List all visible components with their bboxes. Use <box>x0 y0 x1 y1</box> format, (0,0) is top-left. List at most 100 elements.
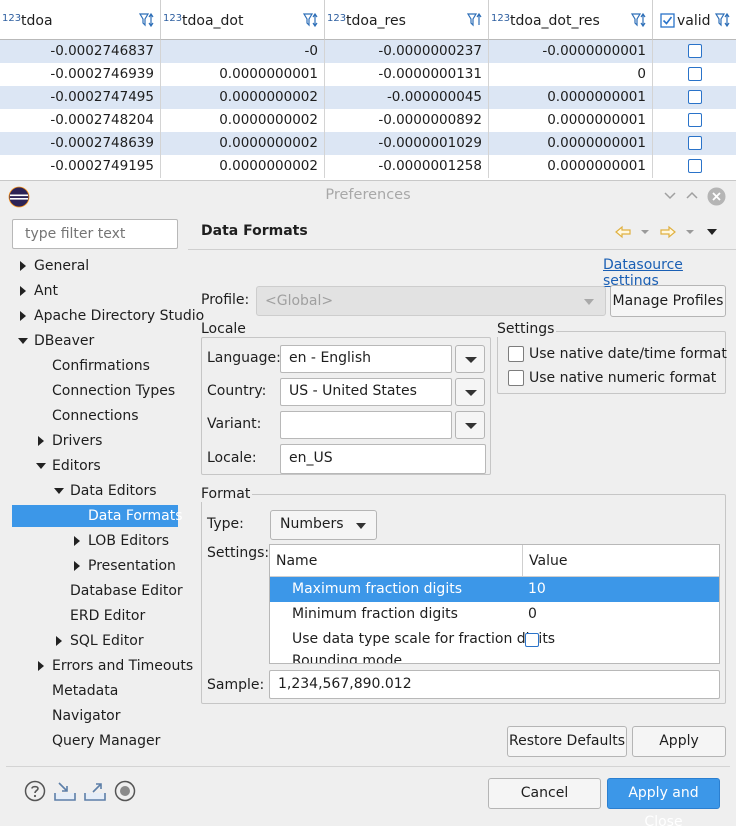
forward-arrow-icon[interactable] <box>659 224 677 240</box>
import-icon[interactable] <box>53 780 77 802</box>
record-icon[interactable] <box>114 780 136 802</box>
table-row[interactable]: -0.0002746939 0.0000000001 -0.0000000131 0 <box>0 63 736 86</box>
grid-cell[interactable]: -0.0000000237 <box>325 40 489 63</box>
chevron-right-icon[interactable] <box>74 561 80 571</box>
valid-checkbox[interactable] <box>688 159 702 173</box>
valid-checkbox[interactable] <box>688 90 702 104</box>
grid-cell[interactable]: 0.0000000002 <box>161 109 325 132</box>
table-row[interactable]: -0.0002747495 0.0000000002 -0.000000045 0.0… <box>0 86 736 109</box>
tree-item-drivers[interactable]: Drivers <box>0 430 188 452</box>
tree-item-metadata[interactable]: Metadata <box>0 680 188 702</box>
language-dropdown-button[interactable] <box>455 345 485 373</box>
chevron-down-icon[interactable] <box>18 338 28 344</box>
grid-cell[interactable]: -0.0000001258 <box>325 155 489 178</box>
grid-cell[interactable]: 0.0000000001 <box>489 155 653 178</box>
close-icon[interactable] <box>707 187 726 206</box>
grid-cell[interactable]: 0.0000000002 <box>161 86 325 109</box>
valid-checkbox[interactable] <box>688 44 702 58</box>
sort-filter-icon[interactable] <box>715 12 733 28</box>
table-row[interactable]: Minimum fraction digits 0 <box>270 602 719 627</box>
chevron-right-icon[interactable] <box>38 436 44 446</box>
chevron-right-icon[interactable] <box>20 311 26 321</box>
tree-item-lob-editors[interactable]: LOB Editors <box>0 530 188 552</box>
locale-input[interactable]: en_US <box>280 444 486 474</box>
grid-cell[interactable]: 0.0000000001 <box>489 132 653 155</box>
grid-cell[interactable]: -0.0002747495 <box>0 86 161 109</box>
tree-item-sql-editor[interactable]: SQL Editor <box>0 630 188 652</box>
view-menu-icon[interactable] <box>705 228 719 236</box>
grid-cell[interactable]: -0.0000000131 <box>325 63 489 86</box>
grid-cell[interactable]: -0.0000000001 <box>489 40 653 63</box>
column-header-tdoa-dot-res[interactable]: 123 tdoa_dot_res <box>489 0 653 40</box>
grid-cell[interactable]: -0.0002748639 <box>0 132 161 155</box>
tree-item-errors-and-timeouts[interactable]: Errors and Timeouts <box>0 655 193 677</box>
sort-filter-icon[interactable] <box>303 12 321 28</box>
table-row[interactable]: Rounding mode <box>270 652 719 663</box>
grid-cell[interactable]: 0.0000000001 <box>489 86 653 109</box>
chevron-right-icon[interactable] <box>38 661 44 671</box>
minimize-icon[interactable] <box>663 190 677 202</box>
tree-item-general[interactable]: General <box>0 255 188 277</box>
tree-item-query-manager[interactable]: Query Manager <box>0 730 188 752</box>
grid-cell[interactable]: 0.0000000001 <box>489 109 653 132</box>
table-row[interactable]: -0.0002748639 0.0000000002 -0.0000001029 0.… <box>0 132 736 155</box>
restore-defaults-button[interactable]: Restore Defaults <box>507 726 627 757</box>
filter-input[interactable] <box>12 219 178 249</box>
grid-cell[interactable]: -0.0002748204 <box>0 109 161 132</box>
country-dropdown-button[interactable] <box>455 378 485 406</box>
tree-item-apache-directory-studio[interactable]: Apache Directory Studio <box>0 305 204 327</box>
sort-filter-icon[interactable] <box>467 12 485 28</box>
chevron-right-icon[interactable] <box>74 536 80 546</box>
apply-and-close-button[interactable]: Apply and Close <box>607 778 720 830</box>
column-header-tdoa[interactable]: 123 tdoa <box>0 0 161 40</box>
export-icon[interactable] <box>83 780 107 802</box>
tree-item-dbeaver[interactable]: DBeaver <box>0 330 188 352</box>
tree-item-connection-types[interactable]: Connection Types <box>0 380 188 402</box>
column-header-valid[interactable]: valid <box>653 0 736 40</box>
dialog-titlebar[interactable]: Preferences <box>0 181 736 211</box>
chevron-right-icon[interactable] <box>56 636 62 646</box>
valid-checkbox[interactable] <box>688 136 702 150</box>
tree-item-data-formats[interactable]: Data Formats <box>12 505 183 527</box>
native-numeric-checkbox[interactable] <box>508 370 524 386</box>
column-header-value[interactable]: Value <box>529 553 567 569</box>
grid-cell[interactable]: -0.0000001029 <box>325 132 489 155</box>
valid-checkbox[interactable] <box>688 67 702 81</box>
tree-item-data-editors[interactable]: Data Editors <box>0 480 188 502</box>
native-datetime-checkbox[interactable] <box>508 346 524 362</box>
cancel-button[interactable]: Cancel <box>488 778 601 809</box>
grid-cell[interactable]: 0.0000000001 <box>161 63 325 86</box>
chevron-right-icon[interactable] <box>20 286 26 296</box>
profile-combo[interactable]: <Global> <box>256 286 606 316</box>
back-arrow-icon[interactable] <box>614 224 632 240</box>
back-history-dropdown-icon[interactable] <box>639 228 651 236</box>
valid-checkbox[interactable] <box>688 113 702 127</box>
variant-dropdown-button[interactable] <box>455 411 485 439</box>
table-row[interactable]: -0.0002748204 0.0000000002 -0.0000000892 0.… <box>0 109 736 132</box>
tree-item-database-editor[interactable]: Database Editor <box>0 580 188 602</box>
table-row[interactable]: Use data type scale for fraction digits <box>270 627 719 652</box>
forward-history-dropdown-icon[interactable] <box>684 228 696 236</box>
manage-profiles-button[interactable]: Manage Profiles <box>610 285 726 317</box>
tree-item-navigator[interactable]: Navigator <box>0 705 188 727</box>
tree-item-editors[interactable]: Editors <box>0 455 188 477</box>
tree-item-confirmations[interactable]: Confirmations <box>0 355 188 377</box>
grid-cell[interactable]: -0.0000000892 <box>325 109 489 132</box>
column-header-tdoa-res[interactable]: 123 tdoa_res <box>325 0 489 40</box>
table-row[interactable]: -0.0002746837 -0 -0.0000000237 -0.000000000… <box>0 40 736 63</box>
grid-cell[interactable]: -0.000000045 <box>325 86 489 109</box>
help-icon[interactable] <box>24 780 46 802</box>
tree-item-ant[interactable]: Ant <box>0 280 188 302</box>
chevron-down-icon[interactable] <box>36 463 46 469</box>
data-type-scale-checkbox[interactable] <box>525 633 539 647</box>
tree-item-connections[interactable]: Connections <box>0 405 188 427</box>
chevron-right-icon[interactable] <box>20 261 26 271</box>
variant-combo[interactable] <box>280 411 452 439</box>
apply-button[interactable]: Apply <box>632 726 726 757</box>
grid-cell[interactable]: -0.0002746939 <box>0 63 161 86</box>
country-combo[interactable]: US - United States <box>280 378 452 406</box>
table-row[interactable]: -0.0002749195 0.0000000002 -0.0000001258 0.… <box>0 155 736 178</box>
column-header-tdoa-dot[interactable]: 123 tdoa_dot <box>161 0 325 40</box>
table-row[interactable]: Maximum fraction digits 10 <box>270 577 719 602</box>
grid-cell[interactable]: -0.0002746837 <box>0 40 161 63</box>
